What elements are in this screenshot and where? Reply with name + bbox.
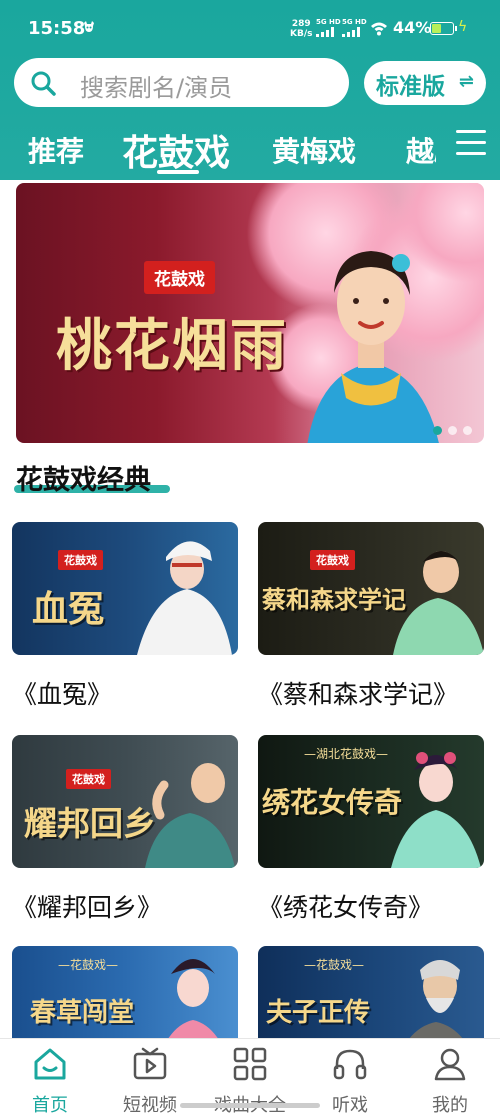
home-indicator xyxy=(180,1103,320,1108)
card-tag: 花鼓戏 xyxy=(58,550,103,570)
status-bar: 15:58 289 KB/s 5G HD 5G HD 44% ϟ xyxy=(0,14,500,46)
active-tab-indicator xyxy=(157,170,199,174)
category-tabs: 推荐 花鼓戏 黄梅戏 越剧 xyxy=(0,120,500,178)
performer-image xyxy=(137,541,232,655)
hero-banner[interactable]: 花鼓戏 桃花烟雨 xyxy=(16,183,484,443)
headphones-icon xyxy=(333,1049,367,1080)
carousel-dot xyxy=(433,426,442,435)
charging-icon: ϟ xyxy=(458,19,468,35)
notification-icon xyxy=(84,21,94,32)
grid-icon xyxy=(233,1047,267,1081)
card-thumb-title: 绣花女传奇 xyxy=(262,786,403,819)
banner-tag: 花鼓戏 xyxy=(144,261,215,294)
search-bar[interactable]: 搜索剧名/演员 xyxy=(14,58,349,107)
edition-label: 标准版 xyxy=(376,74,445,100)
nav-label: 我的 xyxy=(432,1095,468,1115)
card-tagline: —花鼓戏— xyxy=(58,958,119,972)
card-thumb-title: 耀邦回乡 xyxy=(24,804,156,843)
nav-home[interactable]: 首页 xyxy=(0,1047,100,1115)
opera-card[interactable]: —湖北花鼓戏— 绣花女传奇 《绣花女传奇》 xyxy=(258,735,484,924)
card-thumbnail: —湖北花鼓戏— 绣花女传奇 xyxy=(258,735,484,868)
battery-percent: 44% xyxy=(393,18,432,37)
tv-play-icon xyxy=(133,1047,167,1080)
header: 15:58 289 KB/s 5G HD 5G HD 44% ϟ 搜索剧名/演员… xyxy=(0,0,500,180)
opera-card[interactable]: 花鼓戏 血冤 《血冤》 xyxy=(12,522,238,711)
menu-icon[interactable] xyxy=(456,130,486,160)
tab-yue[interactable]: 越剧 xyxy=(406,130,436,170)
card-title: 《绣花女传奇》 xyxy=(258,893,434,922)
card-thumb-title: 夫子正传 xyxy=(266,998,371,1028)
carousel-dots xyxy=(433,426,472,435)
network-speed: 289 KB/s xyxy=(290,19,313,39)
card-thumb-title: 蔡和森求学记 xyxy=(262,585,406,614)
card-title: 《血冤》 xyxy=(12,680,113,709)
carousel-dot xyxy=(463,426,472,435)
card-tag: 花鼓戏 xyxy=(66,769,111,789)
signal-2-icon: 5G HD xyxy=(342,18,367,37)
nav-mine[interactable]: 我的 xyxy=(400,1047,500,1115)
card-title: 《耀邦回乡》 xyxy=(12,893,163,922)
nav-label: 首页 xyxy=(32,1095,68,1115)
card-thumbnail: 花鼓戏 血冤 xyxy=(12,522,238,655)
card-thumbnail: 花鼓戏 蔡和森求学记 xyxy=(258,522,484,655)
carousel-dot xyxy=(448,426,457,435)
performer-image xyxy=(391,752,481,868)
person-icon xyxy=(434,1048,466,1081)
card-tagline: —湖北花鼓戏— xyxy=(304,747,389,761)
card-title: 《蔡和森求学记》 xyxy=(258,680,459,709)
performer-image xyxy=(307,251,439,443)
edition-switch-button[interactable]: 标准版 ⇌ xyxy=(364,61,486,105)
performer-image xyxy=(145,763,235,868)
signal-1-icon: 5G HD xyxy=(316,18,341,37)
card-tagline: —花鼓戏— xyxy=(304,958,365,972)
banner-title: 桃花烟雨 xyxy=(56,313,288,379)
search-placeholder: 搜索剧名/演员 xyxy=(80,74,233,102)
tab-recommend[interactable]: 推荐 xyxy=(28,130,84,170)
card-tag: 花鼓戏 xyxy=(310,550,355,570)
switch-icon: ⇌ xyxy=(458,71,474,92)
card-thumb-title: 春草闯堂 xyxy=(30,998,135,1028)
card-thumbnail: 花鼓戏 耀邦回乡 xyxy=(12,735,238,868)
home-icon xyxy=(34,1048,66,1080)
clock: 15:58 xyxy=(28,18,86,39)
opera-card[interactable]: 花鼓戏 耀邦回乡 《耀邦回乡》 xyxy=(12,735,238,924)
opera-card[interactable]: 花鼓戏 蔡和森求学记 《蔡和森求学记》 xyxy=(258,522,484,711)
tab-huangmei[interactable]: 黄梅戏 xyxy=(272,130,356,170)
battery-icon xyxy=(430,22,457,35)
section-title: 花鼓戏经典 xyxy=(16,465,151,496)
search-icon xyxy=(31,71,56,96)
performer-image xyxy=(393,551,484,655)
tab-huagu[interactable]: 花鼓戏 xyxy=(122,124,230,176)
card-thumb-title: 血冤 xyxy=(32,588,105,630)
wifi-icon xyxy=(371,22,387,36)
